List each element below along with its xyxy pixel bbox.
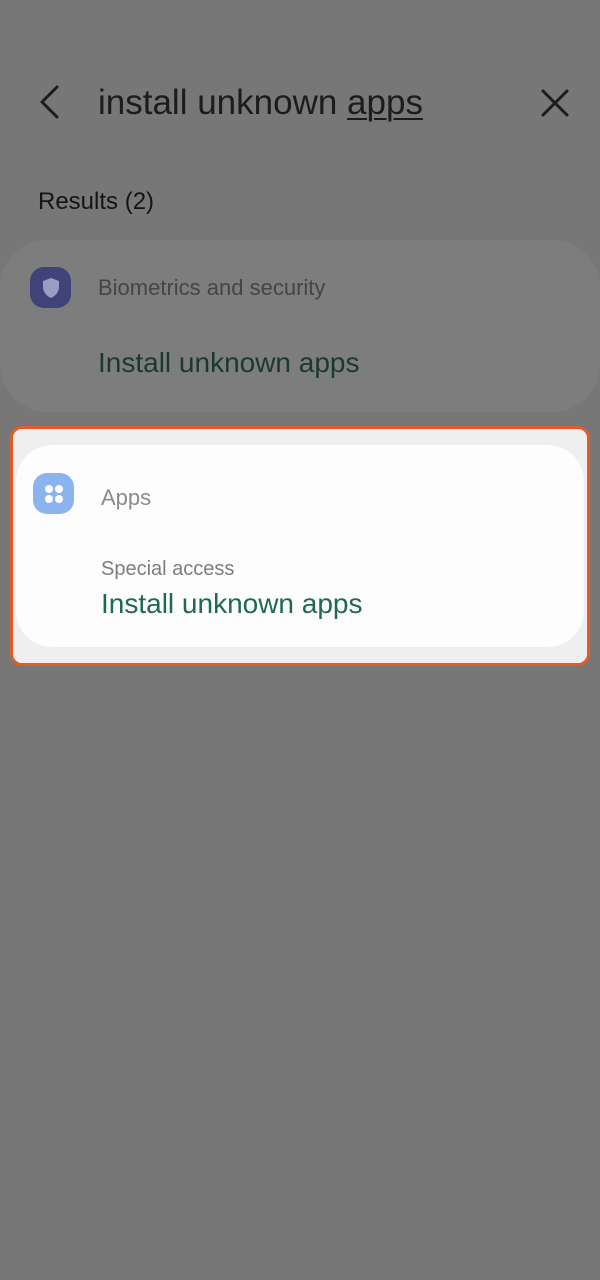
result-title: Install unknown apps <box>101 588 363 619</box>
result-subcategory: Special access <box>101 558 235 580</box>
highlighted-result-frame: Apps Special access Install unknown apps <box>10 426 590 666</box>
search-input[interactable]: install unknown apps <box>98 80 423 126</box>
chevron-left-icon <box>40 85 59 119</box>
search-result-card[interactable]: Biometrics and security Install unknown … <box>0 240 600 412</box>
result-category: Biometrics and security <box>98 275 326 300</box>
apps-grid-icon <box>33 473 74 514</box>
clear-search-button[interactable] <box>532 80 578 126</box>
shield-icon <box>30 267 71 308</box>
results-count: Results (2) <box>38 188 155 215</box>
result-category: Apps <box>101 485 152 510</box>
result-title: Install unknown apps <box>98 347 360 378</box>
search-query-text: install unknown <box>98 83 348 122</box>
search-result-card[interactable]: Apps Special access Install unknown apps <box>16 445 584 647</box>
search-header: install unknown apps <box>0 0 600 205</box>
back-button[interactable] <box>28 80 72 124</box>
search-query-match: apps <box>347 83 423 122</box>
close-icon <box>541 89 569 117</box>
